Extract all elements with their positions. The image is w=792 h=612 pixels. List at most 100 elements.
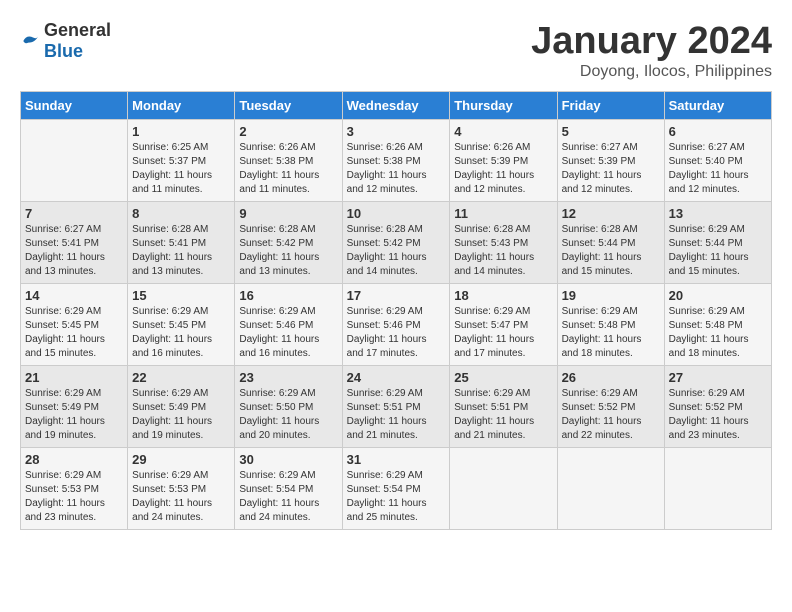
day-info: Sunrise: 6:29 AM Sunset: 5:51 PM Dayligh… [347, 387, 446, 443]
calendar-cell: 25 Sunrise: 6:29 AM Sunset: 5:51 PM Dayli… [450, 366, 557, 448]
day-info: Sunrise: 6:29 AM Sunset: 5:47 PM Dayligh… [454, 305, 552, 361]
day-number: 17 [347, 288, 446, 303]
calendar-header-row: SundayMondayTuesdayWednesdayThursdayFrid… [21, 92, 772, 120]
calendar-cell: 27Sunrise: 6:29 AM Sunset: 5:52 PM Dayli… [664, 366, 771, 448]
week-row-2: 7 Sunrise: 6:27 AM Sunset: 5:41 PM Daylig… [21, 202, 772, 284]
title-area: January 2024 Doyong, Ilocos, Philippines [531, 20, 772, 81]
day-number: 18 [454, 288, 552, 303]
day-number: 1 [132, 124, 230, 139]
logo-icon [20, 31, 40, 51]
calendar-cell: 13Sunrise: 6:29 AM Sunset: 5:44 PM Dayli… [664, 202, 771, 284]
calendar-cell: 29Sunrise: 6:29 AM Sunset: 5:53 PM Dayli… [128, 448, 235, 530]
day-info: Sunrise: 6:27 AM Sunset: 5:39 PM Dayligh… [562, 141, 660, 197]
day-number: 12 [562, 206, 660, 221]
calendar-cell: 23Sunrise: 6:29 AM Sunset: 5:50 PM Dayli… [235, 366, 342, 448]
day-number: 20 [669, 288, 767, 303]
day-number: 13 [669, 206, 767, 221]
day-info: Sunrise: 6:27 AM Sunset: 5:40 PM Dayligh… [669, 141, 767, 197]
logo-blue-text: Blue [44, 41, 83, 61]
day-info: Sunrise: 6:28 AM Sunset: 5:42 PM Dayligh… [347, 223, 446, 279]
calendar-cell: 21 Sunrise: 6:29 AM Sunset: 5:49 PM Dayli… [21, 366, 128, 448]
day-info: Sunrise: 6:29 AM Sunset: 5:54 PM Dayligh… [239, 469, 337, 525]
column-header-sunday: Sunday [21, 92, 128, 120]
day-info: Sunrise: 6:28 AM Sunset: 5:41 PM Dayligh… [132, 223, 230, 279]
column-header-friday: Friday [557, 92, 664, 120]
calendar-cell: 19 Sunrise: 6:29 AM Sunset: 5:48 PM Dayli… [557, 284, 664, 366]
calendar-cell: 15 Sunrise: 6:29 AM Sunset: 5:45 PM Dayli… [128, 284, 235, 366]
day-info: Sunrise: 6:26 AM Sunset: 5:38 PM Dayligh… [239, 141, 337, 197]
day-number: 27 [669, 370, 767, 385]
calendar-cell: 31 Sunrise: 6:29 AM Sunset: 5:54 PM Dayli… [342, 448, 450, 530]
calendar-cell: 3Sunrise: 6:26 AM Sunset: 5:38 PM Daylig… [342, 120, 450, 202]
day-number: 8 [132, 206, 230, 221]
week-row-1: 1 Sunrise: 6:25 AM Sunset: 5:37 PM Daylig… [21, 120, 772, 202]
calendar-cell: 30 Sunrise: 6:29 AM Sunset: 5:54 PM Dayli… [235, 448, 342, 530]
day-number: 21 [25, 370, 123, 385]
day-info: Sunrise: 6:29 AM Sunset: 5:53 PM Dayligh… [132, 469, 230, 525]
day-info: Sunrise: 6:29 AM Sunset: 5:48 PM Dayligh… [669, 305, 767, 361]
day-info: Sunrise: 6:25 AM Sunset: 5:37 PM Dayligh… [132, 141, 230, 197]
day-info: Sunrise: 6:29 AM Sunset: 5:54 PM Dayligh… [347, 469, 446, 525]
day-number: 25 [454, 370, 552, 385]
day-info: Sunrise: 6:27 AM Sunset: 5:41 PM Dayligh… [25, 223, 123, 279]
day-info: Sunrise: 6:28 AM Sunset: 5:44 PM Dayligh… [562, 223, 660, 279]
calendar-cell [664, 448, 771, 530]
day-number: 26 [562, 370, 660, 385]
calendar-cell: 1 Sunrise: 6:25 AM Sunset: 5:37 PM Daylig… [128, 120, 235, 202]
column-header-monday: Monday [128, 92, 235, 120]
day-info: Sunrise: 6:29 AM Sunset: 5:48 PM Dayligh… [562, 305, 660, 361]
location-title: Doyong, Ilocos, Philippines [531, 63, 772, 81]
calendar-cell: 4 Sunrise: 6:26 AM Sunset: 5:39 PM Daylig… [450, 120, 557, 202]
day-info: Sunrise: 6:29 AM Sunset: 5:52 PM Dayligh… [562, 387, 660, 443]
day-number: 16 [239, 288, 337, 303]
day-info: Sunrise: 6:29 AM Sunset: 5:53 PM Dayligh… [25, 469, 123, 525]
day-number: 15 [132, 288, 230, 303]
calendar-cell: 2 Sunrise: 6:26 AM Sunset: 5:38 PM Daylig… [235, 120, 342, 202]
column-header-wednesday: Wednesday [342, 92, 450, 120]
day-info: Sunrise: 6:29 AM Sunset: 5:45 PM Dayligh… [25, 305, 123, 361]
calendar-cell: 7 Sunrise: 6:27 AM Sunset: 5:41 PM Daylig… [21, 202, 128, 284]
day-number: 30 [239, 452, 337, 467]
day-number: 19 [562, 288, 660, 303]
day-info: Sunrise: 6:29 AM Sunset: 5:49 PM Dayligh… [25, 387, 123, 443]
calendar-cell: 24 Sunrise: 6:29 AM Sunset: 5:51 PM Dayli… [342, 366, 450, 448]
day-number: 7 [25, 206, 123, 221]
calendar-table: SundayMondayTuesdayWednesdayThursdayFrid… [20, 91, 772, 530]
day-info: Sunrise: 6:28 AM Sunset: 5:43 PM Dayligh… [454, 223, 552, 279]
day-number: 31 [347, 452, 446, 467]
calendar-cell [21, 120, 128, 202]
calendar-cell: 6Sunrise: 6:27 AM Sunset: 5:40 PM Daylig… [664, 120, 771, 202]
week-row-3: 14 Sunrise: 6:29 AM Sunset: 5:45 PM Dayli… [21, 284, 772, 366]
day-number: 3 [347, 124, 446, 139]
column-header-saturday: Saturday [664, 92, 771, 120]
month-title: January 2024 [531, 20, 772, 63]
calendar-cell: 18 Sunrise: 6:29 AM Sunset: 5:47 PM Dayli… [450, 284, 557, 366]
day-info: Sunrise: 6:29 AM Sunset: 5:45 PM Dayligh… [132, 305, 230, 361]
day-number: 22 [132, 370, 230, 385]
day-number: 2 [239, 124, 337, 139]
day-number: 24 [347, 370, 446, 385]
day-info: Sunrise: 6:29 AM Sunset: 5:51 PM Dayligh… [454, 387, 552, 443]
column-header-thursday: Thursday [450, 92, 557, 120]
day-number: 14 [25, 288, 123, 303]
calendar-cell: 22 Sunrise: 6:29 AM Sunset: 5:49 PM Dayli… [128, 366, 235, 448]
calendar-cell: 14 Sunrise: 6:29 AM Sunset: 5:45 PM Dayli… [21, 284, 128, 366]
day-info: Sunrise: 6:29 AM Sunset: 5:49 PM Dayligh… [132, 387, 230, 443]
calendar-cell: 12 Sunrise: 6:28 AM Sunset: 5:44 PM Dayli… [557, 202, 664, 284]
week-row-4: 21 Sunrise: 6:29 AM Sunset: 5:49 PM Dayli… [21, 366, 772, 448]
day-number: 4 [454, 124, 552, 139]
header: General Blue January 2024 Doyong, Ilocos… [20, 20, 772, 81]
calendar-cell: 11 Sunrise: 6:28 AM Sunset: 5:43 PM Dayli… [450, 202, 557, 284]
calendar-cell: 8 Sunrise: 6:28 AM Sunset: 5:41 PM Daylig… [128, 202, 235, 284]
calendar-body: 1 Sunrise: 6:25 AM Sunset: 5:37 PM Daylig… [21, 120, 772, 530]
calendar-cell: 10Sunrise: 6:28 AM Sunset: 5:42 PM Dayli… [342, 202, 450, 284]
day-number: 11 [454, 206, 552, 221]
calendar-cell [557, 448, 664, 530]
calendar-cell: 16Sunrise: 6:29 AM Sunset: 5:46 PM Dayli… [235, 284, 342, 366]
calendar-cell [450, 448, 557, 530]
calendar-cell: 5Sunrise: 6:27 AM Sunset: 5:39 PM Daylig… [557, 120, 664, 202]
day-info: Sunrise: 6:26 AM Sunset: 5:39 PM Dayligh… [454, 141, 552, 197]
day-info: Sunrise: 6:29 AM Sunset: 5:50 PM Dayligh… [239, 387, 337, 443]
calendar-cell: 20 Sunrise: 6:29 AM Sunset: 5:48 PM Dayli… [664, 284, 771, 366]
calendar-cell: 17Sunrise: 6:29 AM Sunset: 5:46 PM Dayli… [342, 284, 450, 366]
